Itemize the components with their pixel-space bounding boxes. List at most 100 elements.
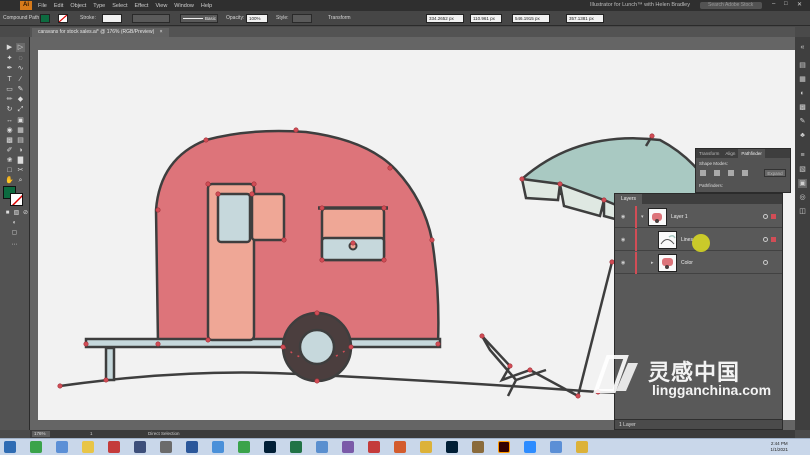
eye-icon[interactable]: ◉ — [621, 260, 625, 266]
unite-icon[interactable] — [700, 170, 706, 176]
target-icon[interactable] — [763, 237, 768, 242]
page-number[interactable]: 1 — [90, 431, 93, 436]
app-icon[interactable] — [524, 441, 536, 453]
tab-close-icon[interactable]: × — [160, 29, 163, 35]
document-tab[interactable]: caravans for stock sales.ai* @ 176% (RGB… — [32, 28, 169, 37]
menu-file[interactable]: File — [38, 3, 47, 9]
photoshop-icon[interactable] — [264, 441, 276, 453]
selection-indicator[interactable] — [771, 214, 776, 219]
mesh-icon[interactable]: ▩ — [5, 136, 14, 145]
layer-name[interactable]: Layer 1 — [671, 214, 688, 220]
paintbrush-icon[interactable]: ✎ — [16, 85, 25, 94]
excel-icon[interactable] — [290, 441, 302, 453]
menu-select[interactable]: Select — [112, 3, 127, 9]
pen-icon[interactable]: ✒ — [5, 64, 14, 73]
app-icon[interactable] — [160, 441, 172, 453]
menu-edit[interactable]: Edit — [54, 3, 63, 9]
expand-arrow-icon[interactable]: ▸ — [651, 260, 654, 266]
eye-icon[interactable]: ◉ — [621, 214, 625, 220]
layer-row[interactable]: ◉ ▾ Layer 1 — [615, 206, 782, 228]
scale-icon[interactable]: ⤢ — [16, 105, 25, 114]
photoshop-icon[interactable] — [446, 441, 458, 453]
app-icon[interactable] — [472, 441, 484, 453]
current-tool-status[interactable]: Direct Selection — [148, 431, 180, 436]
eye-icon[interactable]: ◉ — [621, 237, 625, 243]
tab-transform[interactable]: Transform — [696, 149, 722, 158]
color-mode-icon[interactable]: ■ — [3, 209, 12, 218]
exclude-icon[interactable] — [742, 170, 748, 176]
y-field[interactable]: 110.961 px — [470, 14, 502, 23]
type-icon[interactable]: T — [5, 75, 14, 84]
pathfinder-panel-icon[interactable]: ▣ — [798, 179, 807, 188]
dock-expand-icon[interactable]: « — [798, 43, 807, 52]
gradient-icon[interactable]: ▤ — [16, 136, 25, 145]
menu-effect[interactable]: Effect — [135, 3, 149, 9]
menu-type[interactable]: Type — [93, 3, 105, 9]
brushes-icon[interactable]: ✎ — [798, 117, 807, 126]
free-transform-icon[interactable]: ▣ — [16, 116, 25, 125]
close-button[interactable]: ✕ — [797, 1, 802, 8]
lasso-icon[interactable]: ◌ — [16, 54, 25, 63]
transform-link[interactable]: Transform — [328, 15, 351, 21]
hand-icon[interactable]: ✋ — [5, 176, 14, 185]
minimize-button[interactable]: – — [772, 1, 775, 7]
line-icon[interactable]: ∕ — [16, 75, 25, 84]
app-icon[interactable] — [30, 441, 42, 453]
eraser-icon[interactable]: ◆ — [16, 95, 25, 104]
stroke-swatch[interactable] — [58, 14, 68, 23]
menu-window[interactable]: Window — [174, 3, 194, 9]
zoom-icon[interactable]: ⌕ — [16, 176, 25, 185]
draw-mode-icon[interactable]: ◐ — [10, 219, 19, 228]
blend-icon[interactable]: ◑ — [16, 146, 25, 155]
graph-icon[interactable]: ▇ — [16, 156, 25, 165]
width-icon[interactable]: ↔ — [5, 116, 14, 125]
app-icon[interactable] — [342, 441, 354, 453]
more-tools-icon[interactable]: ⋯ — [10, 241, 19, 250]
opacity-field[interactable]: 100% — [246, 14, 268, 23]
expand-arrow-icon[interactable]: ▾ — [641, 214, 644, 220]
properties-icon[interactable]: ▤ — [798, 61, 807, 70]
chrome-icon[interactable] — [576, 441, 588, 453]
stroke-color-box[interactable] — [10, 193, 23, 206]
brush-dropdown[interactable]: Basic — [180, 14, 218, 23]
stroke-panel-icon[interactable]: ≡ — [798, 151, 807, 160]
sublayer-name[interactable]: Color — [681, 260, 693, 266]
artboard-icon[interactable]: □ — [5, 166, 14, 175]
screen-mode-icon[interactable]: ▢ — [10, 229, 19, 238]
app-icon[interactable] — [108, 441, 120, 453]
appearance-icon[interactable]: ◫ — [798, 207, 807, 216]
expand-button[interactable]: Expand — [764, 169, 786, 177]
tab-pathfinder[interactable]: Pathfinder — [738, 149, 765, 158]
fill-swatch[interactable] — [40, 14, 50, 23]
menu-help[interactable]: Help — [201, 3, 212, 9]
word-icon[interactable] — [186, 441, 198, 453]
app-icon[interactable] — [368, 441, 380, 453]
app-icon[interactable] — [134, 441, 146, 453]
rectangle-icon[interactable]: ▭ — [5, 85, 14, 94]
curvature-icon[interactable]: ∿ — [16, 64, 25, 73]
target-icon[interactable] — [763, 260, 768, 265]
tab-align[interactable]: Align — [722, 149, 738, 158]
x-field[interactable]: 334.2652 px — [426, 14, 464, 23]
symbol-sprayer-icon[interactable]: ❀ — [5, 156, 14, 165]
app-icon[interactable] — [550, 441, 562, 453]
gradient-panel-icon[interactable]: ▧ — [798, 165, 807, 174]
app-icon[interactable] — [212, 441, 224, 453]
taskbar-clock[interactable]: 2:44 PM 1/1/2021 — [770, 441, 788, 453]
swatches-icon[interactable]: ▩ — [798, 103, 807, 112]
selection-icon[interactable]: ▶ — [5, 43, 14, 52]
style-dropdown[interactable] — [292, 14, 312, 23]
menu-object[interactable]: Object — [70, 3, 86, 9]
stock-search-input[interactable]: Search Adobe Stock — [700, 2, 762, 9]
tab-layers[interactable]: Layers — [615, 194, 643, 204]
sublayer-row[interactable]: ◉ ▸ Color — [615, 252, 782, 274]
width-field[interactable]: 546.1915 px — [512, 14, 550, 23]
direct-selection-icon[interactable]: ▷ — [16, 43, 25, 52]
shaper-icon[interactable]: ✏ — [5, 95, 14, 104]
slice-icon[interactable]: ✂ — [16, 166, 25, 175]
none-mode-icon[interactable]: ⊘ — [21, 209, 30, 218]
color-icon[interactable]: ◐ — [798, 89, 807, 98]
app-icon[interactable] — [238, 441, 250, 453]
eyedropper-icon[interactable]: ✐ — [5, 146, 14, 155]
rotate-icon[interactable]: ↻ — [5, 105, 14, 114]
